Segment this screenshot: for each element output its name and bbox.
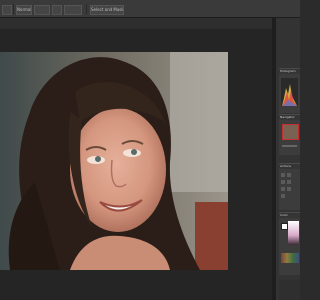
portrait-photo[interactable] xyxy=(0,52,228,270)
mode-select[interactable]: Normal xyxy=(16,5,32,15)
navigator-title[interactable]: Navigator xyxy=(279,115,300,120)
actions-title[interactable]: Actions xyxy=(279,164,300,169)
action-item-icon[interactable] xyxy=(281,187,285,191)
navigator-panel: Navigator xyxy=(279,114,300,155)
portrait-image xyxy=(0,52,228,270)
actions-panel: Actions xyxy=(279,163,300,210)
option-control-4[interactable] xyxy=(64,5,82,15)
foreground-color-swatch[interactable] xyxy=(281,223,288,230)
separator xyxy=(86,4,87,14)
color-panel: Color xyxy=(279,212,300,275)
histogram-panel: Histogram xyxy=(279,68,300,113)
action-item-icon[interactable] xyxy=(287,173,291,177)
action-item-icon[interactable] xyxy=(281,173,285,177)
action-item-icon[interactable] xyxy=(287,180,291,184)
action-item-icon[interactable] xyxy=(281,180,285,184)
options-bar: Normal Select and Mask... xyxy=(0,0,300,18)
tool-preset-button[interactable] xyxy=(2,5,12,15)
action-item-icon[interactable] xyxy=(287,187,291,191)
navigator-thumbnail[interactable] xyxy=(282,124,299,140)
option-control-3[interactable] xyxy=(52,5,62,15)
zoom-slider[interactable] xyxy=(282,145,297,147)
status-strip xyxy=(279,280,300,300)
histogram-graph xyxy=(281,78,298,106)
option-control-2[interactable] xyxy=(34,5,50,15)
select-and-mask-button[interactable]: Select and Mask... xyxy=(90,5,124,15)
separator xyxy=(13,4,14,14)
color-picker-field[interactable] xyxy=(288,221,299,245)
document-tab-bar xyxy=(0,18,272,28)
color-swatches[interactable] xyxy=(281,253,299,263)
color-title[interactable]: Color xyxy=(279,213,300,218)
action-item-icon[interactable] xyxy=(281,194,285,198)
